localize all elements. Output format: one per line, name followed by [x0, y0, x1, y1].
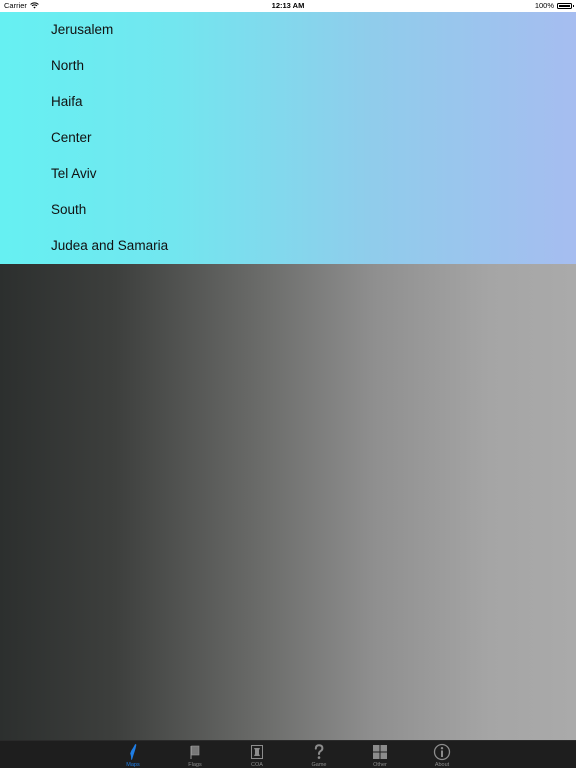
region-item-north[interactable]: North	[0, 48, 576, 84]
tab-maps[interactable]: Maps	[111, 741, 155, 768]
flag-icon	[190, 745, 200, 759]
tab-flags[interactable]: Flags	[173, 741, 217, 768]
region-item-judea-and-samaria[interactable]: Judea and Samaria	[0, 228, 576, 264]
tab-bar: Maps Flags COA Game Other About	[0, 740, 576, 768]
battery-icon	[557, 2, 574, 9]
battery-percentage: 100%	[534, 1, 554, 10]
battery-fill	[559, 4, 570, 7]
region-item-jerusalem[interactable]: Jerusalem	[0, 12, 576, 48]
tab-about[interactable]: About	[420, 741, 464, 768]
israel-map-icon	[130, 744, 137, 760]
tab-coa[interactable]: COA	[235, 741, 279, 768]
grid-icon	[373, 745, 387, 759]
region-item-center[interactable]: Center	[0, 120, 576, 156]
tab-other[interactable]: Other	[358, 741, 402, 768]
tab-game[interactable]: Game	[297, 741, 341, 768]
region-list: Jerusalem North Haifa Center Tel Aviv So…	[0, 12, 576, 264]
status-right: 100%	[534, 1, 574, 10]
tab-coa-label: COA	[251, 762, 263, 768]
question-mark-icon	[314, 744, 324, 759]
info-icon	[433, 743, 451, 761]
tab-flags-label: Flags	[188, 762, 202, 768]
region-item-haifa[interactable]: Haifa	[0, 84, 576, 120]
emblem-icon	[251, 745, 263, 759]
tab-game-label: Game	[311, 762, 327, 768]
region-item-south[interactable]: South	[0, 192, 576, 228]
app-screen: Carrier 12:13 AM 100% Jerusalem North Ha…	[0, 0, 576, 768]
tab-other-label: Other	[373, 762, 387, 768]
region-item-tel-aviv[interactable]: Tel Aviv	[0, 156, 576, 192]
status-bar: Carrier 12:13 AM 100%	[0, 0, 576, 12]
tab-about-label: About	[434, 762, 450, 768]
tab-maps-label: Maps	[126, 762, 140, 768]
status-time: 12:13 AM	[271, 1, 305, 10]
